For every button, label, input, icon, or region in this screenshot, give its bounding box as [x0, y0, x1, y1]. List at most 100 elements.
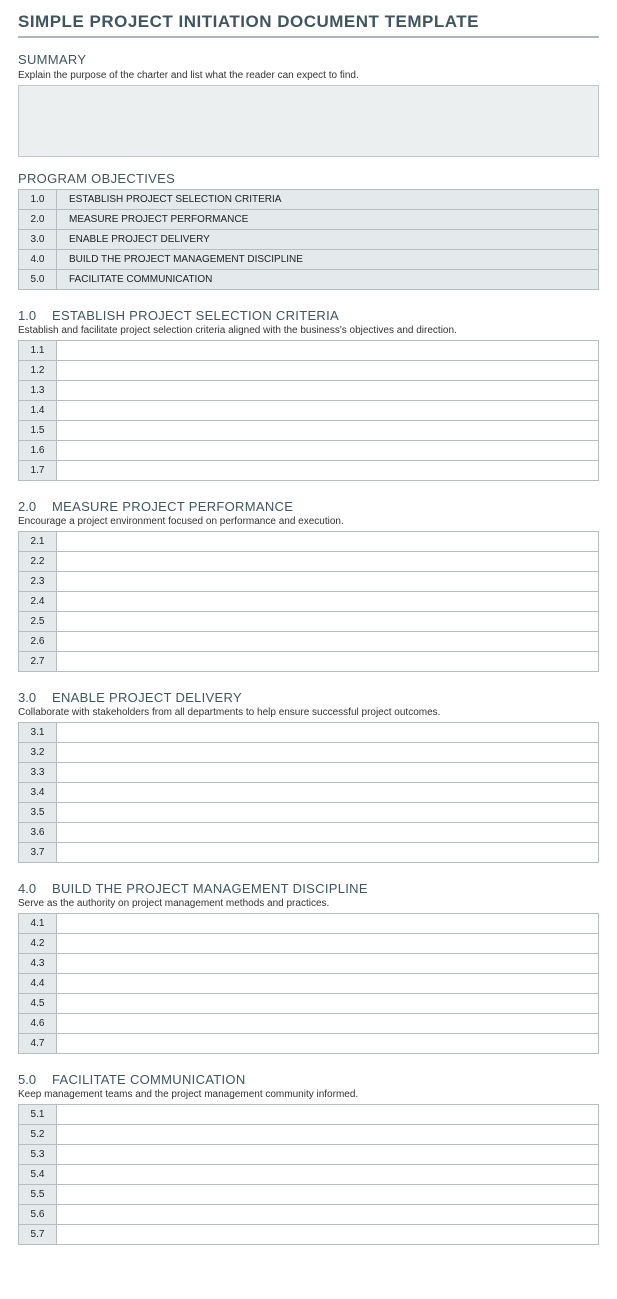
row-number: 3.7	[19, 843, 57, 863]
section-subtext: Serve as the authority on project manage…	[18, 898, 599, 909]
row-number: 3.6	[19, 823, 57, 843]
table-row: 3.4	[19, 783, 599, 803]
table-row: 5.2	[19, 1125, 599, 1145]
table-row: 2.2	[19, 552, 599, 572]
table-row: 1.6	[19, 441, 599, 461]
row-number: 5.5	[19, 1185, 57, 1205]
row-input-cell[interactable]	[57, 572, 599, 592]
section-table: 1.11.21.31.41.51.61.7	[18, 340, 599, 481]
row-input-cell[interactable]	[57, 441, 599, 461]
table-row: 5.5	[19, 1185, 599, 1205]
section-subtext: Establish and facilitate project selecti…	[18, 325, 599, 336]
row-number: 4.6	[19, 1014, 57, 1034]
row-number: 4.4	[19, 974, 57, 994]
objective-num: 4.0	[19, 250, 57, 270]
table-row: 3.7	[19, 843, 599, 863]
row-number: 3.4	[19, 783, 57, 803]
row-input-cell[interactable]	[57, 592, 599, 612]
row-number: 4.3	[19, 954, 57, 974]
table-row: 2.6	[19, 632, 599, 652]
row-number: 2.3	[19, 572, 57, 592]
table-row: 1.3	[19, 381, 599, 401]
objective-text: FACILITATE COMMUNICATION	[57, 270, 599, 290]
row-number: 1.2	[19, 361, 57, 381]
objective-row: 5.0 FACILITATE COMMUNICATION	[19, 270, 599, 290]
row-input-cell[interactable]	[57, 934, 599, 954]
row-input-cell[interactable]	[57, 1105, 599, 1125]
summary-input-box[interactable]	[18, 85, 599, 157]
section-heading-row: 1.0ESTABLISH PROJECT SELECTION CRITERIA	[18, 308, 599, 323]
row-number: 3.5	[19, 803, 57, 823]
row-input-cell[interactable]	[57, 1185, 599, 1205]
row-input-cell[interactable]	[57, 632, 599, 652]
row-number: 2.6	[19, 632, 57, 652]
objective-num: 5.0	[19, 270, 57, 290]
row-input-cell[interactable]	[57, 421, 599, 441]
row-number: 5.1	[19, 1105, 57, 1125]
row-input-cell[interactable]	[57, 843, 599, 863]
row-input-cell[interactable]	[57, 994, 599, 1014]
section-title: MEASURE PROJECT PERFORMANCE	[52, 499, 293, 514]
section-number: 2.0	[18, 499, 52, 514]
row-input-cell[interactable]	[57, 1145, 599, 1165]
table-row: 5.1	[19, 1105, 599, 1125]
row-input-cell[interactable]	[57, 652, 599, 672]
section-table: 4.14.24.34.44.54.64.7	[18, 913, 599, 1054]
row-number: 4.5	[19, 994, 57, 1014]
row-number: 5.4	[19, 1165, 57, 1185]
section-subtext: Keep management teams and the project ma…	[18, 1089, 599, 1100]
row-input-cell[interactable]	[57, 532, 599, 552]
row-number: 4.7	[19, 1034, 57, 1054]
row-number: 2.1	[19, 532, 57, 552]
row-input-cell[interactable]	[57, 401, 599, 421]
table-row: 5.6	[19, 1205, 599, 1225]
row-input-cell[interactable]	[57, 743, 599, 763]
row-input-cell[interactable]	[57, 1125, 599, 1145]
row-input-cell[interactable]	[57, 552, 599, 572]
row-number: 2.7	[19, 652, 57, 672]
row-input-cell[interactable]	[57, 954, 599, 974]
row-input-cell[interactable]	[57, 461, 599, 481]
row-input-cell[interactable]	[57, 823, 599, 843]
row-input-cell[interactable]	[57, 381, 599, 401]
table-row: 4.3	[19, 954, 599, 974]
section-heading-row: 5.0FACILITATE COMMUNICATION	[18, 1072, 599, 1087]
row-input-cell[interactable]	[57, 1205, 599, 1225]
row-input-cell[interactable]	[57, 763, 599, 783]
row-input-cell[interactable]	[57, 612, 599, 632]
section-number: 3.0	[18, 690, 52, 705]
row-input-cell[interactable]	[57, 1225, 599, 1245]
row-input-cell[interactable]	[57, 1165, 599, 1185]
row-number: 5.3	[19, 1145, 57, 1165]
row-input-cell[interactable]	[57, 803, 599, 823]
table-row: 1.5	[19, 421, 599, 441]
table-row: 5.7	[19, 1225, 599, 1245]
section-number: 1.0	[18, 308, 52, 323]
section-number: 5.0	[18, 1072, 52, 1087]
objective-num: 3.0	[19, 230, 57, 250]
row-input-cell[interactable]	[57, 1014, 599, 1034]
objective-row: 1.0 ESTABLISH PROJECT SELECTION CRITERIA	[19, 190, 599, 210]
row-input-cell[interactable]	[57, 723, 599, 743]
section-heading-row: 2.0MEASURE PROJECT PERFORMANCE	[18, 499, 599, 514]
summary-subtext: Explain the purpose of the charter and l…	[18, 70, 599, 81]
row-input-cell[interactable]	[57, 914, 599, 934]
objectives-heading: PROGRAM OBJECTIVES	[18, 171, 599, 186]
section-table: 2.12.22.32.42.52.62.7	[18, 531, 599, 672]
table-row: 1.4	[19, 401, 599, 421]
row-input-cell[interactable]	[57, 341, 599, 361]
row-number: 2.2	[19, 552, 57, 572]
row-input-cell[interactable]	[57, 783, 599, 803]
row-number: 3.2	[19, 743, 57, 763]
section-table: 5.15.25.35.45.55.65.7	[18, 1104, 599, 1245]
table-row: 3.3	[19, 763, 599, 783]
row-input-cell[interactable]	[57, 1034, 599, 1054]
row-number: 5.6	[19, 1205, 57, 1225]
row-input-cell[interactable]	[57, 974, 599, 994]
section-subtext: Encourage a project environment focused …	[18, 516, 599, 527]
row-number: 2.5	[19, 612, 57, 632]
objective-num: 1.0	[19, 190, 57, 210]
section-table: 3.13.23.33.43.53.63.7	[18, 722, 599, 863]
row-number: 1.1	[19, 341, 57, 361]
row-input-cell[interactable]	[57, 361, 599, 381]
